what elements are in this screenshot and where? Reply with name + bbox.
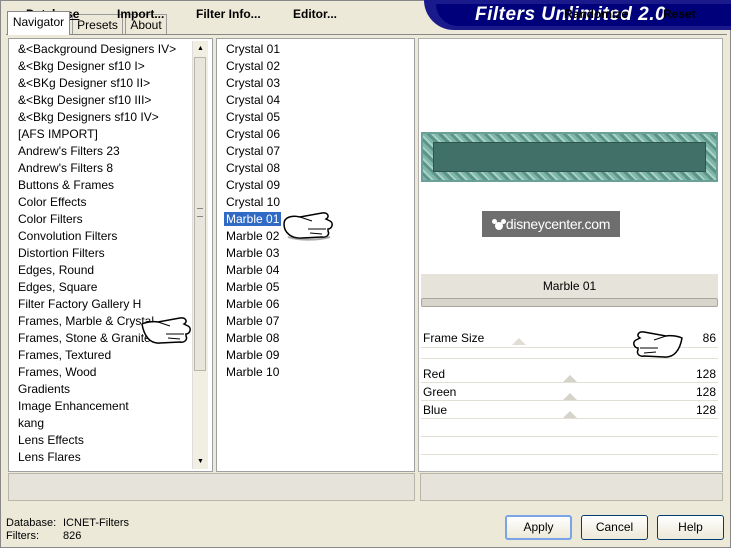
divider xyxy=(421,436,718,437)
left-action-bar xyxy=(8,473,415,501)
control-value: 128 xyxy=(695,403,716,417)
help-button[interactable]: Help xyxy=(657,515,724,540)
category-item[interactable]: [AFS IMPORT] xyxy=(18,126,190,143)
category-item[interactable]: Andrew's Filters 23 xyxy=(18,143,190,160)
divider xyxy=(421,418,718,419)
tab-navigator[interactable]: Navigator xyxy=(7,11,70,35)
apply-button[interactable]: Apply xyxy=(505,515,572,540)
control-label: Frame Size xyxy=(423,331,485,345)
category-item[interactable]: &<Bkg Designers sf10 IV> xyxy=(18,109,190,126)
scroll-thumb[interactable] xyxy=(194,57,206,371)
slider-thumb-icon[interactable] xyxy=(563,393,577,400)
category-item[interactable]: Lens Flares xyxy=(18,449,190,466)
tab-baseline xyxy=(6,34,727,35)
slider-thumb-icon[interactable] xyxy=(512,338,526,345)
filters-count: 826 xyxy=(63,530,82,542)
watermark-text: disneycenter.com xyxy=(505,216,611,232)
editor-button[interactable]: Editor... xyxy=(293,0,337,28)
category-item[interactable]: kang xyxy=(18,415,190,432)
filter-info-button[interactable]: Filter Info... xyxy=(196,0,261,28)
filter-item[interactable]: Crystal 07 xyxy=(226,143,406,160)
category-item[interactable]: Lens Effects xyxy=(18,432,190,449)
right-action-bar xyxy=(420,473,723,501)
preview-slider[interactable] xyxy=(421,298,718,307)
watermark: disneycenter.com xyxy=(482,211,620,237)
current-filter-name: Marble 01 xyxy=(421,274,718,298)
category-item[interactable]: &<Bkg Designer sf10 I> xyxy=(18,58,190,75)
category-item[interactable]: &<Background Designers IV> xyxy=(18,41,190,58)
category-item[interactable]: Edges, Round xyxy=(18,262,190,279)
reset-button[interactable]: Reset xyxy=(663,0,696,28)
category-item[interactable]: Convolution Filters xyxy=(18,228,190,245)
slider-thumb-icon[interactable] xyxy=(563,375,577,382)
filter-item[interactable]: Marble 08 xyxy=(226,330,406,347)
control-value: 128 xyxy=(695,385,716,399)
category-scrollbar[interactable]: ▲ ▼ xyxy=(192,41,208,469)
category-item[interactable]: Color Effects xyxy=(18,194,190,211)
filter-item[interactable]: Marble 06 xyxy=(226,296,406,313)
randomize-button[interactable]: Randomize xyxy=(564,0,628,28)
preview-center xyxy=(433,142,706,172)
category-item[interactable]: Frames, Textured xyxy=(18,347,190,364)
category-item[interactable]: Frames, Wood xyxy=(18,364,190,381)
filter-item[interactable]: Marble 09 xyxy=(226,347,406,364)
filter-item[interactable]: Marble 04 xyxy=(226,262,406,279)
filter-item[interactable]: Crystal 05 xyxy=(226,109,406,126)
category-item[interactable]: Buttons & Frames xyxy=(18,177,190,194)
pointing-hand-icon xyxy=(633,331,683,358)
grip-icon xyxy=(197,208,203,217)
database-value: ICNET-Filters xyxy=(63,517,129,529)
filter-item[interactable]: Crystal 04 xyxy=(226,92,406,109)
filter-item[interactable]: Crystal 06 xyxy=(226,126,406,143)
control-label: Green xyxy=(423,385,457,399)
pointing-hand-icon xyxy=(141,317,191,344)
mickey-icon xyxy=(491,219,506,231)
control-label: Red xyxy=(423,367,446,381)
divider xyxy=(421,454,718,455)
scroll-up-icon[interactable]: ▲ xyxy=(193,41,208,56)
filter-item[interactable]: Marble 07 xyxy=(226,313,406,330)
category-item[interactable]: &<Bkg Designer sf10 III> xyxy=(18,92,190,109)
filter-item[interactable]: Crystal 08 xyxy=(226,160,406,177)
divider xyxy=(421,358,718,359)
category-item[interactable]: Image Enhancement xyxy=(18,398,190,415)
selected-filter[interactable]: Marble 01 xyxy=(224,212,282,226)
category-item[interactable]: Edges, Square xyxy=(18,279,190,296)
category-item[interactable]: Distortion Filters xyxy=(18,245,190,262)
category-item[interactable]: Color Filters xyxy=(18,211,190,228)
import-button[interactable]: Import... xyxy=(117,0,164,28)
pointing-hand-icon xyxy=(283,212,333,241)
filter-item[interactable]: Crystal 01 xyxy=(226,41,406,58)
filter-item[interactable]: Crystal 02 xyxy=(226,58,406,75)
category-item[interactable]: Andrew's Filters 8 xyxy=(18,160,190,177)
filter-item[interactable]: Marble 05 xyxy=(226,279,406,296)
category-item[interactable]: Gradients xyxy=(18,381,190,398)
control-value: 86 xyxy=(702,331,716,345)
cancel-button[interactable]: Cancel xyxy=(581,515,648,540)
category-list[interactable]: &<Background Designers IV> &<Bkg Designer… xyxy=(18,41,190,470)
preview-image xyxy=(421,132,718,182)
filter-item[interactable]: Marble 03 xyxy=(226,245,406,262)
filter-item[interactable]: Crystal 09 xyxy=(226,177,406,194)
category-item[interactable]: Filter Factory Gallery H xyxy=(18,296,190,313)
filters-label: Filters: xyxy=(6,530,39,542)
control-label: Blue xyxy=(423,403,448,417)
database-label: Database: xyxy=(6,517,57,529)
tab-presets[interactable]: Presets xyxy=(72,14,123,34)
scroll-down-icon[interactable]: ▼ xyxy=(193,454,208,469)
filter-item[interactable]: Crystal 03 xyxy=(226,75,406,92)
slider-thumb-icon[interactable] xyxy=(563,411,577,418)
category-item[interactable]: &<BKg Designer sf10 II> xyxy=(18,75,190,92)
control-value: 128 xyxy=(695,367,716,381)
filter-item[interactable]: Marble 10 xyxy=(226,364,406,381)
